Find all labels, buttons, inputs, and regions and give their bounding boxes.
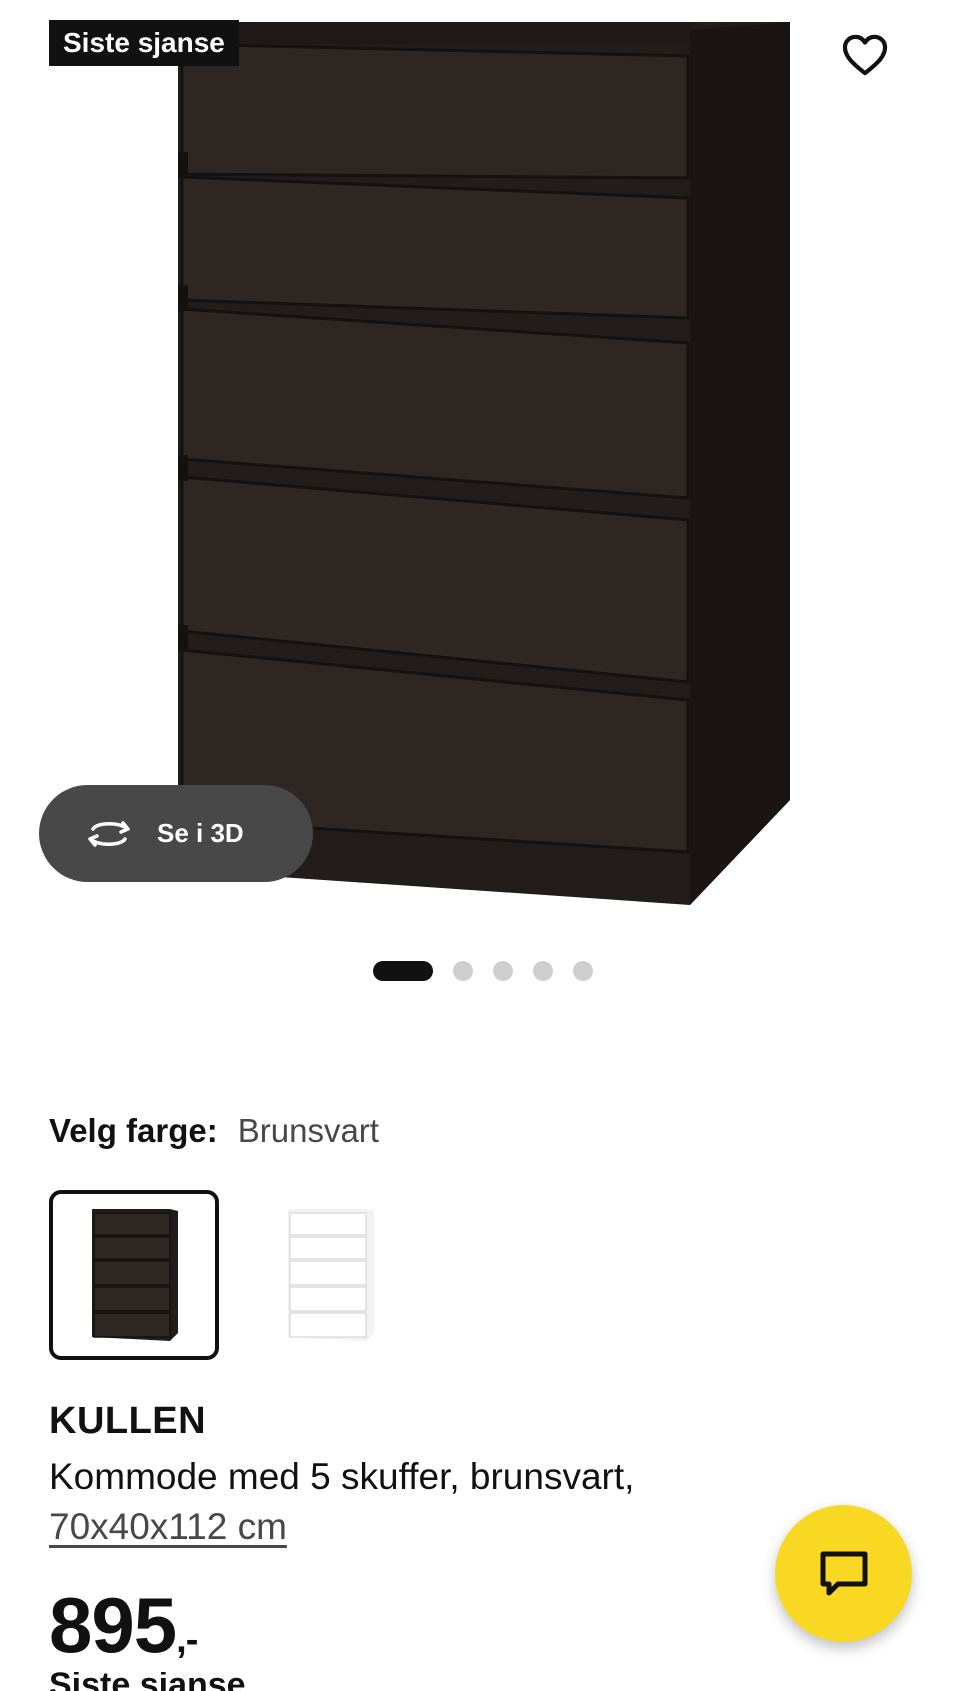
chat-icon xyxy=(820,1551,867,1595)
product-image-dresser xyxy=(178,22,790,905)
cut-off-text: Siste sjanse xyxy=(49,1672,349,1691)
product-image-gallery[interactable]: Siste sjanse Se i 3D xyxy=(0,0,960,920)
chat-button[interactable] xyxy=(775,1505,912,1642)
heart-icon xyxy=(842,34,888,76)
product-price: 895,- xyxy=(49,1580,198,1685)
rotate-3d-icon xyxy=(88,820,130,847)
selected-color-value: Brunsvart xyxy=(237,1112,379,1149)
color-selector-label: Velg farge: Brunsvart xyxy=(49,1112,379,1150)
swatch-image-dark-dresser xyxy=(92,1209,178,1341)
product-dimensions-link[interactable]: 70x40x112 cm xyxy=(49,1502,769,1552)
product-name: KULLEN xyxy=(49,1400,207,1442)
product-description-text: Kommode med 5 skuffer, brunsvart, xyxy=(49,1456,635,1497)
gallery-pagination xyxy=(373,960,593,982)
color-swatch-white[interactable] xyxy=(245,1190,415,1360)
gallery-dot[interactable] xyxy=(453,961,473,981)
product-description: Kommode med 5 skuffer, brunsvart, 70x40x… xyxy=(49,1452,769,1552)
last-chance-badge: Siste sjanse xyxy=(49,20,239,66)
price-value: 895 xyxy=(49,1581,177,1669)
color-swatch-brunsvart[interactable] xyxy=(49,1190,219,1360)
cut-off-label: Siste sjanse xyxy=(49,1672,246,1691)
gallery-dot[interactable] xyxy=(493,961,513,981)
price-suffix: ,- xyxy=(176,1619,198,1661)
view-in-3d-label: Se i 3D xyxy=(157,818,244,848)
view-in-3d-button[interactable]: Se i 3D xyxy=(39,785,313,882)
gallery-dot[interactable] xyxy=(373,961,433,981)
gallery-dot[interactable] xyxy=(573,961,593,981)
gallery-dot[interactable] xyxy=(533,961,553,981)
favorite-button[interactable] xyxy=(830,20,900,90)
swatch-image-white-dresser xyxy=(288,1209,374,1341)
color-label: Velg farge: xyxy=(49,1112,218,1149)
